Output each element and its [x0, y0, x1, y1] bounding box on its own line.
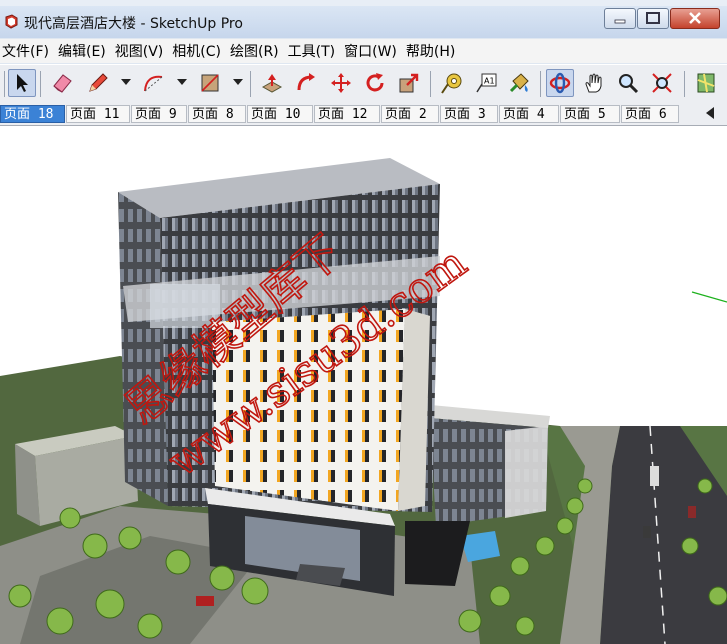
move-tool-button[interactable]	[327, 69, 355, 97]
scene-tab[interactable]: 页面 9	[131, 105, 187, 123]
close-button[interactable]	[670, 8, 720, 29]
minimize-button[interactable]	[604, 8, 636, 29]
rectangle-tool-button[interactable]	[196, 69, 224, 97]
toolbar-separator	[40, 71, 41, 97]
orbit-tool-button[interactable]	[546, 69, 574, 97]
arc-dropdown-arrow[interactable]	[177, 79, 187, 85]
tower-left-face	[118, 192, 168, 506]
toolbar-grip	[4, 71, 5, 97]
pencil-icon	[89, 73, 108, 92]
eraser-icon	[53, 74, 72, 93]
window-title: 现代高层酒店大楼 - SketchUp Pro	[24, 16, 243, 32]
menu-tools[interactable]: 工具(T)	[286, 41, 342, 61]
push-pull-icon	[261, 74, 283, 93]
scene-tab[interactable]: 页面 18	[0, 105, 65, 123]
menu-camera[interactable]: 相机(C)	[170, 41, 228, 61]
map-tool-button[interactable]	[692, 69, 720, 97]
select-tool-button[interactable]	[8, 69, 36, 97]
zoom-icon	[619, 74, 639, 94]
scene-tab[interactable]: 页面 10	[247, 105, 313, 123]
minimize-icon	[614, 19, 626, 24]
scene-tab[interactable]: 页面 11	[66, 105, 130, 123]
restore-icon	[646, 12, 660, 24]
arc-icon	[144, 75, 163, 92]
menu-bar: 文件(F) 编辑(E) 视图(V) 相机(C) 绘图(R) 工具(T) 窗口(W…	[0, 39, 727, 63]
scene-tabs-bar: 页面 18 页面 11 页面 9 页面 8 页面 10 页面 12 页面 2 页…	[0, 103, 727, 126]
podium-frame	[505, 426, 548, 518]
tape-measure-icon	[441, 73, 462, 94]
menu-draw[interactable]: 绘图(R)	[228, 41, 286, 61]
paint-bucket-icon	[509, 73, 529, 93]
text-tool-button[interactable]: A1	[472, 69, 500, 97]
toolbar-separator	[684, 71, 685, 97]
rotate-icon	[366, 73, 384, 92]
toolbar-separator	[250, 71, 251, 97]
map-icon	[697, 73, 715, 93]
scene-tab[interactable]: 页面 5	[560, 105, 620, 123]
scene-tab[interactable]: 页面 8	[188, 105, 246, 123]
paint-bucket-tool-button[interactable]	[506, 69, 534, 97]
scene-tab[interactable]: 页面 3	[440, 105, 498, 123]
title-bar[interactable]: 现代高层酒店大楼 - SketchUp Pro	[0, 6, 727, 38]
menu-edit[interactable]: 编辑(E)	[56, 41, 113, 61]
zoom-extents-icon	[652, 73, 672, 93]
shape-dropdown-arrow[interactable]	[233, 79, 243, 85]
rotate-tool-button[interactable]	[361, 69, 389, 97]
axis-green-line	[691, 291, 727, 303]
text-label-icon: A1	[476, 73, 497, 93]
tape-measure-tool-button[interactable]	[438, 69, 466, 97]
follow-me-icon	[297, 73, 315, 91]
menu-file[interactable]: 文件(F)	[0, 41, 56, 61]
scene-tab[interactable]: 页面 12	[314, 105, 380, 123]
svg-text:A1: A1	[484, 77, 495, 86]
scene-tab[interactable]: 页面 4	[499, 105, 559, 123]
menu-help[interactable]: 帮助(H)	[404, 41, 462, 61]
rectangle-icon	[201, 74, 219, 92]
eraser-tool-button[interactable]	[48, 69, 76, 97]
follow-me-tool-button[interactable]	[292, 69, 320, 97]
toolbar-separator	[540, 71, 541, 97]
maximize-button[interactable]	[637, 8, 669, 29]
select-arrow-icon	[17, 74, 28, 92]
close-icon	[689, 12, 701, 24]
pan-hand-icon	[585, 73, 602, 93]
pencil-dropdown-arrow[interactable]	[121, 79, 131, 85]
zoom-tool-button[interactable]	[614, 69, 642, 97]
scale-icon	[399, 73, 419, 93]
pencil-tool-button[interactable]	[84, 69, 112, 97]
main-toolbar: A1	[0, 64, 727, 104]
zoom-extents-tool-button[interactable]	[648, 69, 676, 97]
move-icon	[331, 73, 351, 93]
arc-tool-button[interactable]	[140, 69, 168, 97]
orbit-icon	[549, 72, 571, 94]
menu-window[interactable]: 窗口(W)	[342, 41, 404, 61]
scene-tab[interactable]: 页面 2	[381, 105, 439, 123]
push-pull-tool-button[interactable]	[258, 69, 286, 97]
scene-tab[interactable]: 页面 6	[621, 105, 679, 123]
model-viewport[interactable]: 思缘模型库下 www.sisu3d.com	[0, 126, 727, 644]
sketchup-logo-icon	[5, 14, 18, 29]
menu-view[interactable]: 视图(V)	[113, 41, 171, 61]
pan-tool-button[interactable]	[580, 69, 608, 97]
hotel-model-render: 思缘模型库下 www.sisu3d.com	[0, 158, 727, 644]
scale-tool-button[interactable]	[395, 69, 423, 97]
toolbar-separator	[430, 71, 431, 97]
tabs-scroll-left-icon[interactable]	[706, 107, 714, 119]
